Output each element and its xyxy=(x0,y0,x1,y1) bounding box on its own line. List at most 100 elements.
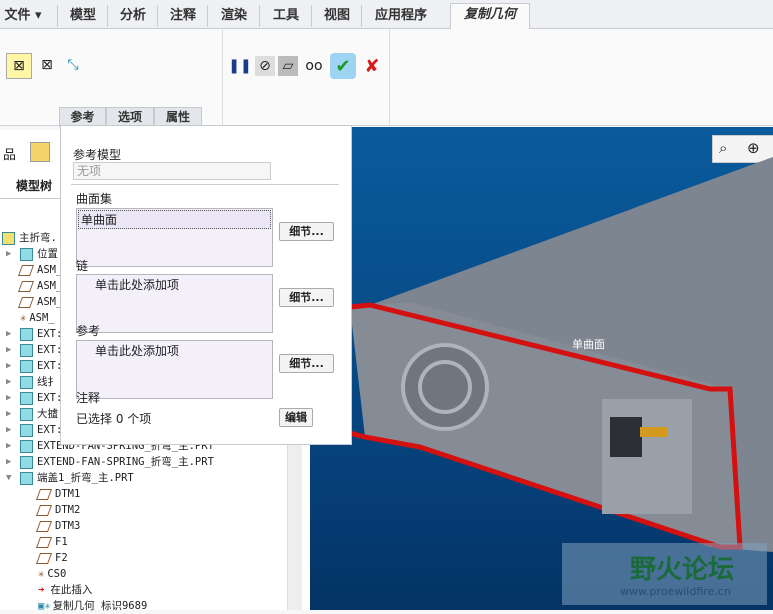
glasses-icon[interactable]: oo xyxy=(304,56,324,76)
tree-item-label: ASM_ xyxy=(29,312,55,324)
ref-model-label: 参考模型 xyxy=(73,148,122,162)
expand-arrow-icon[interactable]: ▶ xyxy=(6,422,11,438)
expand-arrow-icon[interactable]: ▶ xyxy=(6,374,11,390)
datum-plane-icon xyxy=(35,488,53,500)
expand-arrow-icon[interactable]: ▶ xyxy=(6,246,11,262)
datum-plane-icon xyxy=(35,536,53,548)
refs-details-button[interactable]: 细节... xyxy=(279,354,334,373)
coord-system-icon: ✳ xyxy=(20,312,27,324)
tree-item[interactable]: ▶ EXT: xyxy=(6,342,62,358)
tree-item[interactable]: F2 xyxy=(35,550,68,566)
tab-tools[interactable]: 工具 xyxy=(259,5,312,27)
notes-label: 注释 xyxy=(76,391,101,405)
tree-item[interactable]: 主折弯. xyxy=(2,230,57,246)
tree-item[interactable]: ▶ EXT: xyxy=(6,358,62,374)
tree-item[interactable]: ▶ 大摣 xyxy=(6,406,58,422)
tab-copy-geometry[interactable]: 复制几何 xyxy=(450,3,530,30)
divider xyxy=(222,29,223,125)
cancel-x-icon[interactable]: ✘ xyxy=(362,56,382,77)
tree-item[interactable]: DTM1 xyxy=(35,486,80,502)
pause-icon[interactable]: ❚❚ xyxy=(228,56,251,76)
folder-icon[interactable] xyxy=(30,142,50,162)
edit-button[interactable]: 编辑 xyxy=(279,408,313,427)
tree-item[interactable]: ✳ ASM_ xyxy=(20,310,55,326)
part-icon xyxy=(20,375,33,389)
expand-arrow-icon[interactable]: ▶ xyxy=(6,406,11,422)
tree-item[interactable]: F1 xyxy=(35,534,68,550)
tree-item-label: 在此插入 xyxy=(50,584,93,596)
expand-arrow-icon[interactable]: ▶ xyxy=(6,342,11,358)
tree-item[interactable]: ▣✳ 复制几何 标识9689 xyxy=(38,598,147,614)
fan-grille xyxy=(401,343,489,431)
expand-arrow-icon[interactable]: ▶ xyxy=(6,326,11,342)
expand-arrow-icon[interactable]: ▶ xyxy=(6,438,11,454)
divider xyxy=(389,29,390,125)
tab-model[interactable]: 模型 xyxy=(57,5,108,27)
publish-geometry-icon[interactable]: ⊠ xyxy=(6,53,32,79)
tree-item[interactable]: DTM2 xyxy=(35,502,81,518)
tree-item-label: 位置 xyxy=(37,248,58,260)
tree-item[interactable]: ▶ 位置 xyxy=(6,246,58,262)
surface-set-details-button[interactable]: 细节... xyxy=(279,222,334,241)
watermark-url: www.proewildfire.cn xyxy=(620,585,731,598)
tree-item[interactable]: ASM_ xyxy=(17,294,62,310)
tree-view-icon[interactable]: 品 xyxy=(3,144,16,163)
tree-item[interactable]: ASM_ xyxy=(17,262,63,278)
expand-arrow-icon[interactable]: ▼ xyxy=(6,470,11,486)
tree-item-label: 端盖1_折弯_主.PRT xyxy=(37,472,134,484)
chain-label: 链 xyxy=(76,259,89,273)
expand-arrow-icon[interactable]: ▶ xyxy=(6,358,11,374)
insert-here-icon: ➜ xyxy=(38,584,45,596)
file-label: 文件 xyxy=(4,8,31,23)
file-menu[interactable]: 文件 ▾ xyxy=(0,5,46,27)
chain-placeholder: 单击此处添加项 xyxy=(95,278,180,292)
tree-item-label: DTM2 xyxy=(55,504,81,516)
ok-check-icon[interactable]: ✔ xyxy=(330,53,356,79)
no-preview-icon[interactable]: ⊘ xyxy=(255,56,275,76)
refs-list[interactable]: 单击此处添加项 xyxy=(76,340,273,399)
part-icon xyxy=(20,359,33,373)
tree-item-label: 线扌 xyxy=(37,376,58,388)
subtab-properties[interactable]: 属性 xyxy=(154,107,202,127)
surface-set-item[interactable]: 单曲面 xyxy=(78,210,271,229)
preview-icon[interactable]: ▱ xyxy=(278,56,298,76)
tab-analysis[interactable]: 分析 xyxy=(107,5,158,27)
chain-details-button[interactable]: 细节... xyxy=(279,288,334,307)
part-icon xyxy=(20,391,33,405)
datum-plane-icon xyxy=(35,552,53,564)
surface-set-label: 曲面集 xyxy=(76,192,113,206)
graphics-viewport[interactable]: ⌕ ⊕ 单曲面 野火论坛 www.proewildfire.cn xyxy=(310,127,773,610)
tree-item[interactable]: ▶ EXT: xyxy=(6,422,62,438)
move-geometry-icon[interactable]: ⤡ xyxy=(63,55,83,75)
expand-arrow-icon[interactable]: ▶ xyxy=(6,454,11,470)
watermark-title: 野火论坛 xyxy=(630,555,735,585)
tree-item[interactable]: DTM3 xyxy=(35,518,80,534)
part-icon xyxy=(20,471,33,485)
tab-render[interactable]: 渲染 xyxy=(207,5,260,27)
tree-item[interactable]: ✳ CS0 xyxy=(38,566,66,582)
chain-list[interactable]: 单击此处添加项 xyxy=(76,274,273,333)
subtab-options[interactable]: 选项 xyxy=(106,107,154,127)
tree-item-label: ASM_ xyxy=(37,264,63,276)
datum-plane-icon xyxy=(17,280,35,292)
select-geometry-icon[interactable]: ⊠ xyxy=(37,55,57,75)
tree-item[interactable]: ASM_ xyxy=(17,278,62,294)
subtab-references[interactable]: 参考 xyxy=(59,107,106,127)
datum-plane-icon xyxy=(17,264,35,276)
part-icon xyxy=(20,423,33,437)
tab-view[interactable]: 视图 xyxy=(311,5,362,27)
tree-item-label: 复制几何 标识9689 xyxy=(52,600,148,612)
refs-placeholder: 单击此处添加项 xyxy=(95,344,180,358)
surface-set-list[interactable]: 单曲面 xyxy=(76,208,273,267)
tree-item[interactable]: ▶ 线扌 xyxy=(6,374,58,390)
tree-item[interactable]: ➜ 在此插入 xyxy=(38,582,92,598)
tab-applications[interactable]: 应用程序 xyxy=(361,5,440,27)
tree-title: 模型树 xyxy=(16,179,53,193)
ref-model-field[interactable]: 无项 xyxy=(73,162,271,180)
tree-item[interactable]: ▶ EXTEND-FAN-SPRING_折弯_主.PRT xyxy=(6,454,214,470)
tree-item[interactable]: ▼ 端盖1_折弯_主.PRT xyxy=(6,470,134,486)
tab-annotate[interactable]: 注释 xyxy=(157,5,208,27)
tree-item[interactable]: ▶ EXT: xyxy=(6,390,62,406)
tree-item[interactable]: ▶ EXT: xyxy=(6,326,62,342)
expand-arrow-icon[interactable]: ▶ xyxy=(6,390,11,406)
